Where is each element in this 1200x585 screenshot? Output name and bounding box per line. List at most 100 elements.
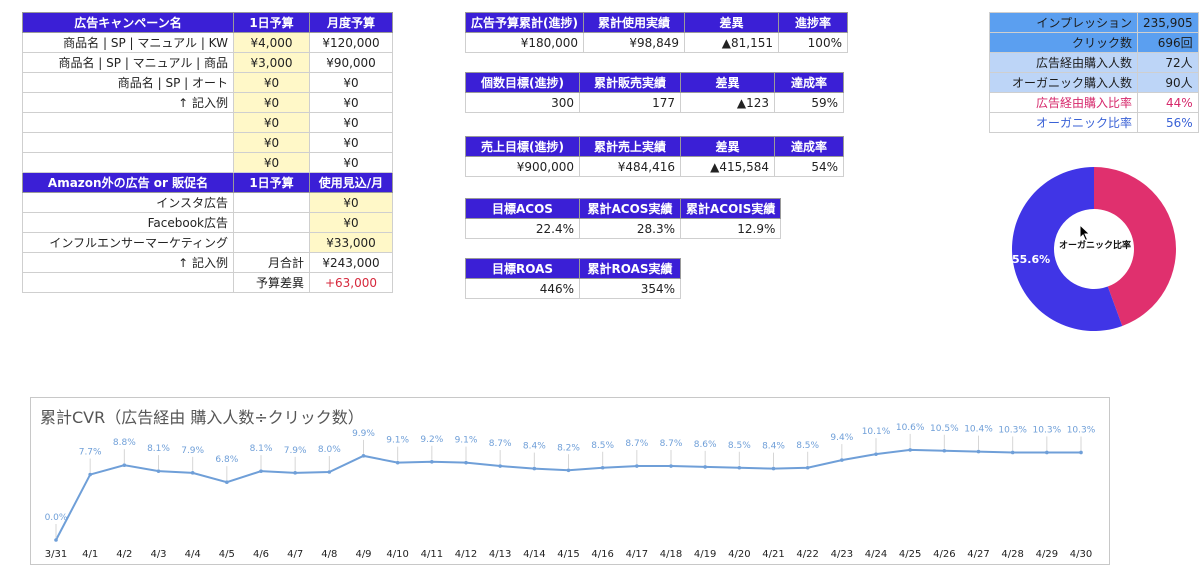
units-diff-value[interactable]: ▲123 (680, 92, 775, 113)
table-row[interactable]: インフルエンサーマーケティング ¥33,000 (22, 232, 393, 253)
data-point[interactable] (669, 464, 673, 468)
data-point[interactable] (635, 464, 639, 468)
daily-budget-cell[interactable]: ¥4,000 (233, 32, 310, 53)
roas-actual-value[interactable]: 354% (579, 278, 681, 299)
organic-ratio-value[interactable]: 56% (1137, 112, 1199, 133)
external-ad-name-cell[interactable]: ↑ 記入例 (22, 252, 234, 273)
data-point[interactable] (942, 448, 947, 453)
external-ad-name-cell[interactable]: Facebook広告 (22, 212, 234, 233)
budget-used-value[interactable]: ¥98,849 (582, 32, 685, 53)
table-row[interactable]: 商品名 | SP | マニュアル | KW ¥4,000 ¥120,000 (22, 32, 393, 53)
table-row[interactable]: ↑ 記入例 ¥0 ¥0 (22, 92, 393, 113)
sales-actual-value[interactable]: ¥484,416 (579, 156, 681, 177)
roas-target-value[interactable]: 446% (465, 278, 580, 299)
external-monthly-cell[interactable]: ¥0 (309, 192, 393, 213)
data-point[interactable] (805, 465, 810, 470)
units-target-value[interactable]: 300 (465, 92, 580, 113)
data-point[interactable] (430, 460, 434, 464)
daily-budget-cell[interactable]: ¥3,000 (233, 52, 310, 73)
external-daily-cell[interactable] (233, 232, 310, 253)
data-point[interactable] (327, 470, 332, 474)
monthly-budget-cell[interactable]: ¥0 (309, 132, 393, 153)
ad-buyers-value[interactable]: 72人 (1137, 52, 1199, 73)
daily-budget-cell[interactable]: ¥0 (233, 92, 310, 113)
acos-target-value[interactable]: 22.4% (465, 218, 580, 239)
data-point[interactable] (259, 469, 263, 473)
sales-rate-value[interactable]: 54% (774, 156, 844, 177)
monthly-budget-cell[interactable]: ¥0 (309, 152, 393, 173)
data-point[interactable] (54, 538, 58, 542)
table-row[interactable]: 商品名 | SP | オート ¥0 ¥0 (22, 72, 393, 93)
data-point[interactable] (1010, 450, 1015, 455)
table-row[interactable]: 商品名 | SP | マニュアル | 商品 ¥3,000 ¥90,000 (22, 52, 393, 73)
impressions-value[interactable]: 235,905 (1137, 12, 1199, 33)
external-ad-name-cell[interactable]: インスタ広告 (22, 192, 234, 213)
acos-actual-value[interactable]: 28.3% (579, 218, 681, 239)
campaign-name-cell[interactable]: 商品名 | SP | マニュアル | KW (22, 32, 234, 53)
data-point[interactable] (1079, 450, 1083, 455)
daily-budget-cell[interactable]: ¥0 (233, 112, 310, 133)
data-point[interactable] (156, 469, 161, 473)
campaign-name-cell[interactable] (22, 152, 234, 173)
daily-budget-cell[interactable]: ¥0 (233, 132, 310, 153)
monthly-budget-cell[interactable]: ¥0 (309, 72, 393, 93)
budget-rate-value[interactable]: 100% (777, 32, 848, 53)
organic-buyers-value[interactable]: 90人 (1137, 72, 1199, 93)
data-point[interactable] (88, 472, 92, 477)
header-monthly-budget: 月度予算 (309, 12, 393, 33)
budget-target-value[interactable]: ¥180,000 (465, 32, 584, 53)
budget-diff-value[interactable]: ▲81,151 (683, 32, 779, 53)
sales-diff-value[interactable]: ▲415,584 (680, 156, 775, 177)
external-daily-cell[interactable] (233, 212, 310, 233)
data-point[interactable] (737, 465, 742, 470)
table-row[interactable]: Facebook広告 ¥0 (22, 212, 393, 233)
units-sold-value[interactable]: 177 (579, 92, 681, 113)
campaign-name-cell[interactable]: ↑ 記入例 (22, 92, 234, 113)
data-point[interactable] (190, 471, 195, 475)
daily-budget-cell[interactable]: ¥0 (233, 72, 310, 93)
external-daily-cell[interactable] (233, 192, 310, 213)
acois-actual-value[interactable]: 12.9% (679, 218, 782, 239)
data-point[interactable] (122, 463, 127, 467)
data-point[interactable] (225, 480, 229, 484)
data-point[interactable] (498, 464, 502, 468)
data-point[interactable] (771, 466, 776, 471)
data-point[interactable] (464, 460, 468, 465)
external-ad-name-cell[interactable]: インフルエンサーマーケティング (22, 232, 234, 253)
table-row[interactable]: ↑ 記入例 月合計 ¥243,000 (22, 252, 393, 273)
campaign-name-cell[interactable]: 商品名 | SP | マニュアル | 商品 (22, 52, 234, 73)
data-point[interactable] (908, 448, 912, 452)
table-row[interactable]: ¥0 ¥0 (22, 112, 393, 133)
daily-budget-cell[interactable]: ¥0 (233, 152, 310, 173)
data-point[interactable] (874, 452, 878, 456)
external-monthly-cell[interactable]: ¥0 (309, 212, 393, 233)
table-row[interactable]: インスタ広告 ¥0 (22, 192, 393, 213)
campaign-name-cell[interactable] (22, 112, 234, 133)
data-point[interactable] (1045, 450, 1049, 455)
monthly-budget-cell[interactable]: ¥0 (309, 92, 393, 113)
data-point[interactable] (976, 449, 981, 454)
data-point[interactable] (840, 458, 844, 462)
data-point[interactable] (361, 454, 366, 458)
campaign-name-cell[interactable]: 商品名 | SP | オート (22, 72, 234, 93)
units-rate-value[interactable]: 59% (774, 92, 844, 113)
data-point[interactable] (566, 468, 571, 473)
campaign-name-cell[interactable] (22, 132, 234, 153)
data-label: 9.2% (420, 435, 443, 445)
monthly-budget-cell[interactable]: ¥90,000 (309, 52, 393, 73)
sales-target-value[interactable]: ¥900,000 (465, 156, 580, 177)
data-label: 8.5% (728, 441, 751, 451)
stats-row-clicks: クリック数 696回 (989, 32, 1199, 53)
external-monthly-cell[interactable]: ¥33,000 (309, 232, 393, 253)
data-point[interactable] (395, 460, 400, 465)
data-point[interactable] (600, 465, 605, 470)
data-point[interactable] (532, 466, 537, 471)
table-row[interactable]: ¥0 ¥0 (22, 132, 393, 153)
clicks-value[interactable]: 696回 (1137, 32, 1199, 53)
data-point[interactable] (293, 471, 297, 475)
ad-ratio-value[interactable]: 44% (1137, 92, 1199, 113)
data-point[interactable] (703, 465, 707, 469)
monthly-budget-cell[interactable]: ¥120,000 (309, 32, 393, 53)
monthly-budget-cell[interactable]: ¥0 (309, 112, 393, 133)
table-row[interactable]: ¥0 ¥0 (22, 152, 393, 173)
